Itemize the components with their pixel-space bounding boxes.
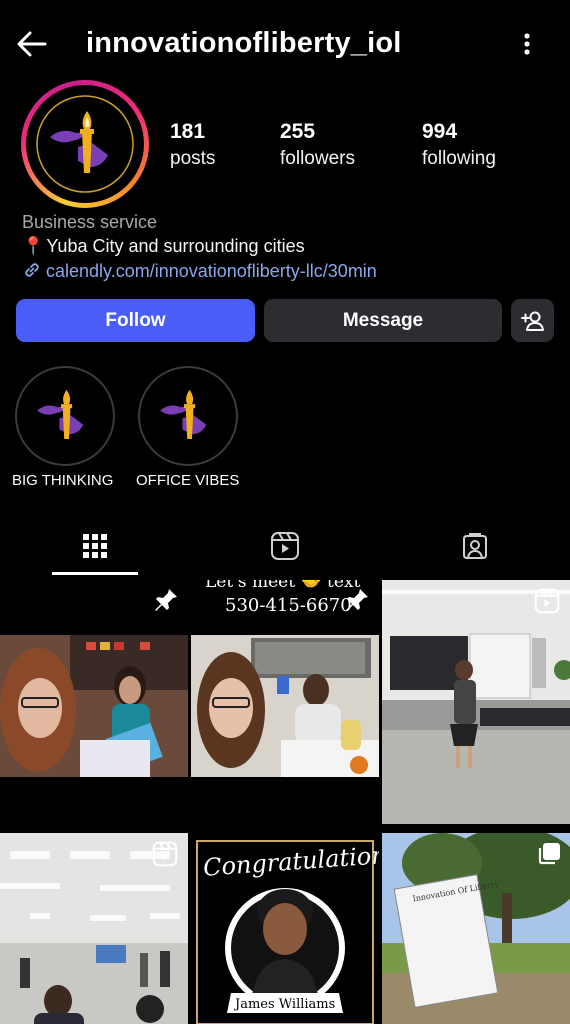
stat-posts-label: posts: [170, 148, 216, 169]
stat-followers[interactable]: 255 followers: [280, 120, 355, 170]
post-photo: [382, 580, 570, 830]
tab-reels[interactable]: [265, 526, 305, 566]
add-person-button[interactable]: [511, 299, 554, 342]
profile-tabs: [0, 518, 570, 576]
post-overlay-phone: 530-415-6670: [225, 595, 352, 616]
pin-icon: 📍: [22, 236, 45, 256]
reels-icon: [271, 532, 299, 560]
stat-followers-value: 255: [280, 120, 316, 143]
highlight-cover: [23, 374, 107, 458]
highlight-big-thinking[interactable]: [15, 366, 115, 466]
profile-link-text: calendly.com/innovationofliberty-llc/30m…: [46, 261, 377, 281]
torch-logo-icon: [160, 389, 207, 439]
pin-icon: [152, 586, 180, 614]
profile-link[interactable]: calendly.com/innovationofliberty-llc/30m…: [22, 260, 377, 282]
carousel-icon: [536, 841, 564, 869]
post-tile[interactable]: Innovation Of Liberty: [382, 833, 570, 1024]
stat-posts-value: 181: [170, 120, 206, 143]
torch-logo-icon: [36, 95, 134, 193]
story-ring[interactable]: [21, 80, 149, 208]
highlight-label: BIG THINKING: [12, 472, 114, 489]
stat-following[interactable]: 994 following: [422, 120, 496, 170]
tab-tagged[interactable]: [455, 526, 495, 566]
post-photo: [191, 580, 379, 830]
post-photo: [0, 580, 188, 830]
post-name-text: James Williams: [235, 997, 336, 1012]
highlight-cover: [146, 374, 230, 458]
post-tile[interactable]: [382, 580, 570, 830]
active-tab-indicator: [52, 572, 138, 575]
arrow-left-icon[interactable]: [14, 26, 50, 62]
tagged-icon: [463, 533, 487, 559]
stat-followers-label: followers: [280, 148, 355, 169]
pin-icon: [343, 586, 371, 614]
post-tile[interactable]: Let's meet 🤝 text 530-415-6670: [191, 580, 379, 830]
reels-icon: [534, 588, 562, 616]
avatar: [32, 91, 138, 197]
highlight-label: OFFICE VIBES: [136, 472, 240, 489]
profile-username: innovationofliberty_iol: [86, 27, 402, 59]
post-tile[interactable]: [0, 580, 188, 830]
post-tile[interactable]: Congratulations James Williams: [191, 833, 379, 1024]
follow-button[interactable]: Follow: [16, 299, 255, 342]
grid-icon: [83, 534, 107, 558]
profile-category: Business service: [22, 212, 158, 232]
tab-posts-grid[interactable]: [75, 526, 115, 566]
posts-grid: Let's meet 🤝 text 530-415-6670 Congratul…: [0, 580, 570, 1024]
add-person-icon: [520, 311, 544, 331]
location-text: Yuba City and surrounding cities: [46, 236, 305, 256]
more-vertical-icon[interactable]: [512, 28, 542, 60]
message-button[interactable]: Message: [264, 299, 502, 342]
highlight-office-vibes[interactable]: [138, 366, 238, 466]
reels-icon: [152, 841, 180, 869]
post-overlay-text: Let's meet 🤝 text: [205, 580, 361, 592]
post-tile[interactable]: [0, 833, 188, 1024]
stat-following-value: 994: [422, 120, 458, 143]
link-icon: [25, 263, 39, 277]
top-bar: innovationofliberty_iol: [0, 0, 570, 88]
profile-location: 📍 Yuba City and surrounding cities: [22, 236, 305, 257]
stat-following-label: following: [422, 148, 496, 169]
stat-posts[interactable]: 181 posts: [170, 120, 215, 170]
torch-logo-icon: [37, 389, 84, 439]
